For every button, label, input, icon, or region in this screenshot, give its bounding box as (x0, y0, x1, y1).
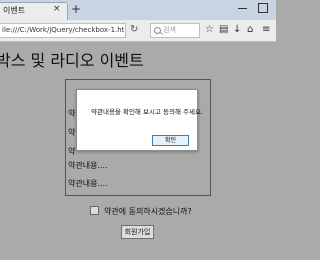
search-icon (154, 27, 161, 34)
terms-line: 약 (68, 147, 76, 156)
reading-list-icon[interactable]: ▤ (219, 24, 228, 35)
terms-line: 약 (68, 109, 76, 118)
menu-icon[interactable]: ≡ (262, 24, 270, 35)
agree-label: 약관에 동의하시겠습니까? (104, 207, 192, 216)
bookmark-icon[interactable]: ☆ (205, 24, 214, 35)
agree-checkbox[interactable] (90, 206, 99, 215)
signup-button[interactable]: 회원가입 (121, 225, 154, 239)
download-icon[interactable]: ↓ (233, 24, 241, 35)
page-content: 박스 및 라디오 이벤트 약 약 약 약관내용.... 약관내용.... 약관에… (0, 42, 276, 260)
terms-line: 약관내용.... (68, 179, 108, 188)
search-input[interactable]: 검색 (150, 23, 200, 38)
minimize-icon[interactable] (238, 3, 248, 9)
ok-button[interactable]: 확인 (152, 135, 189, 146)
page-title: 박스 및 라디오 이벤트 (0, 51, 144, 70)
dialog-message: 약관내용을 확인해 보시고 동의해 주세요. (91, 108, 203, 116)
terms-line: 약관내용.... (68, 161, 108, 170)
alert-dialog: 약관내용을 확인해 보시고 동의해 주세요. 확인 (76, 89, 203, 151)
tab-title: 이벤트 (3, 6, 26, 15)
terms-line: 약 (68, 128, 76, 137)
search-placeholder: 검색 (163, 26, 176, 34)
home-icon[interactable]: ⌂ (247, 24, 253, 35)
agree-row: 약관에 동의하시겠습니까? (90, 206, 192, 217)
url-bar[interactable]: ile:///C:/Work/jQuery/checkbox-1.html (0, 23, 126, 38)
tab-close-icon[interactable]: × (53, 4, 61, 14)
new-tab-icon[interactable]: + (71, 2, 81, 16)
tab-bar: 이벤트 × + (0, 0, 276, 20)
nav-bar: ile:///C:/Work/jQuery/checkbox-1.html ↻ … (0, 20, 276, 42)
maximize-icon[interactable] (258, 3, 268, 13)
browser-tab[interactable]: 이벤트 × (0, 2, 68, 20)
reload-icon[interactable]: ↻ (130, 24, 138, 35)
